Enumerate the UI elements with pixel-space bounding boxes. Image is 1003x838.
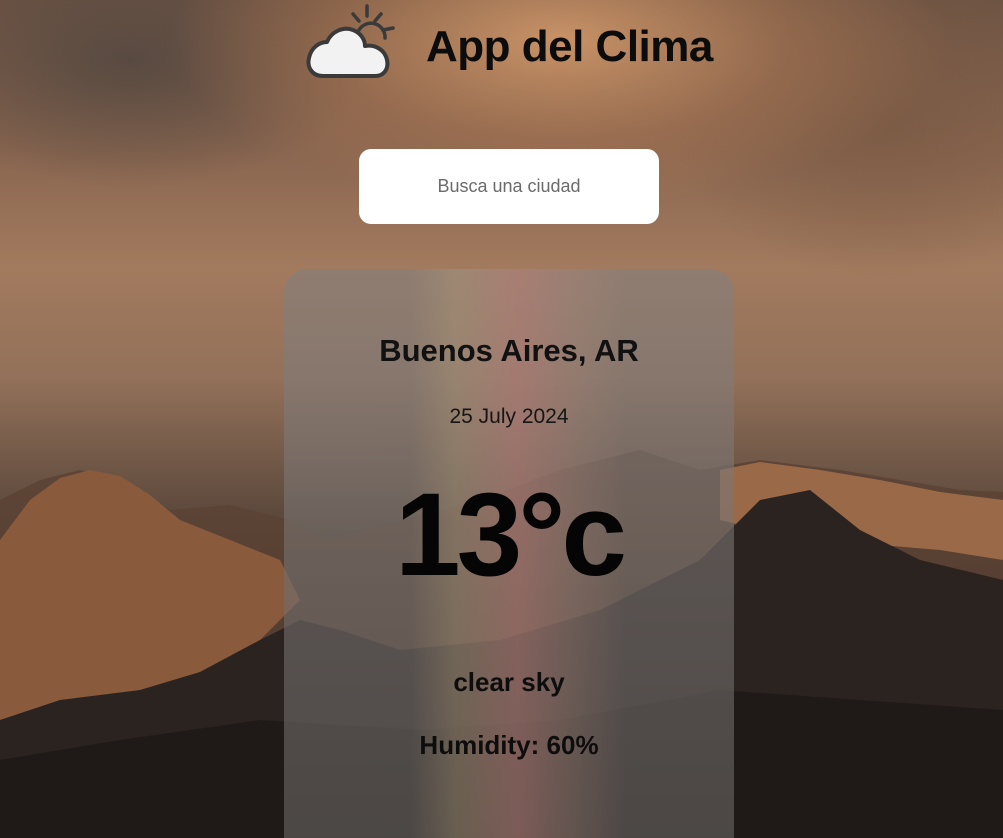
app-header: App del Clima — [0, 0, 1003, 100]
city-search-input[interactable] — [359, 149, 659, 224]
cloud-sun-icon — [306, 4, 395, 78]
weather-date: 25 July 2024 — [449, 405, 569, 428]
weather-card: Buenos Aires, AR 25 July 2024 13°c clear… — [284, 269, 734, 838]
temperature-value: 13°c — [394, 469, 627, 601]
city-name: Buenos Aires, AR — [379, 333, 639, 368]
search-box — [359, 149, 659, 224]
app-title: App del Clima — [426, 22, 713, 71]
weather-description: clear sky — [453, 667, 565, 697]
humidity-value: Humidity: 60% — [419, 730, 599, 760]
